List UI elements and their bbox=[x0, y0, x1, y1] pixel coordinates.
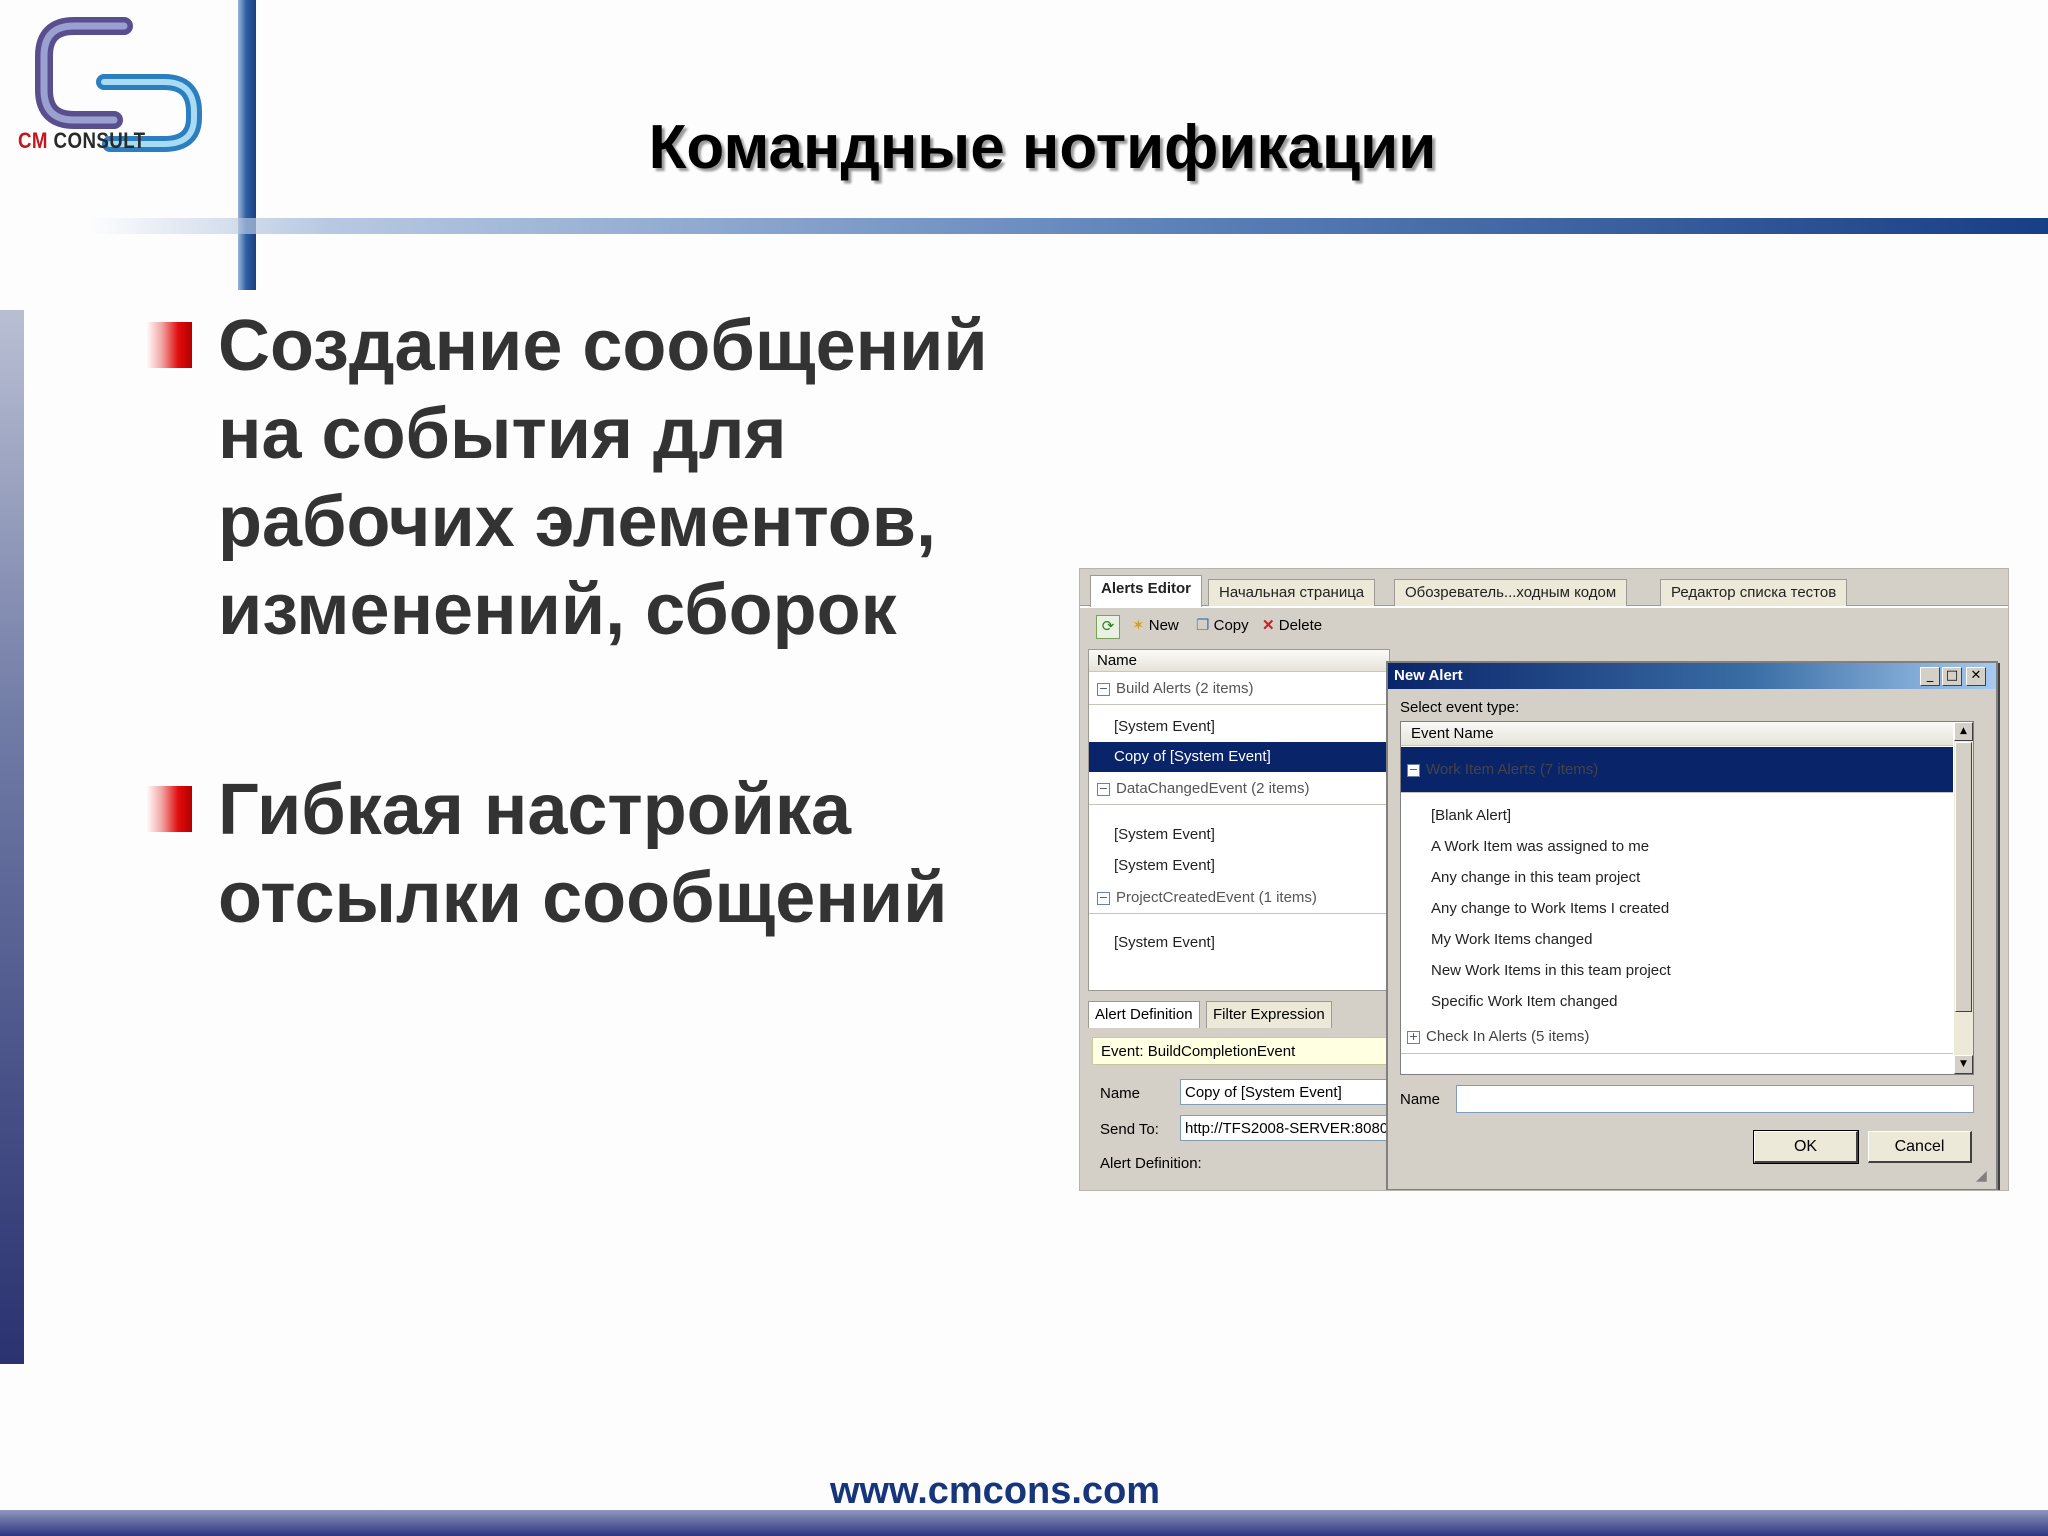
refresh-icon[interactable]: ⟳ bbox=[1096, 615, 1120, 639]
header-gradient-rule bbox=[90, 218, 2048, 234]
bullet-text-1: Создание сообщений на события для рабочи… bbox=[218, 306, 988, 650]
event-item[interactable]: My Work Items changed bbox=[1401, 924, 1953, 955]
collapse-icon[interactable]: − bbox=[1097, 782, 1110, 796]
select-event-type-label: Select event type: bbox=[1400, 699, 1520, 716]
group-label: Check In Alerts (5 items) bbox=[1426, 1028, 1590, 1045]
group-work-item-alerts[interactable]: − Work Item Alerts (7 items) bbox=[1401, 747, 1953, 793]
scroll-up-icon[interactable]: ▲ bbox=[1954, 722, 1973, 741]
delete-button[interactable]: ✕ Delete bbox=[1262, 615, 1322, 637]
tab-test-list-editor[interactable]: Редактор списка тестов bbox=[1660, 579, 1848, 606]
alerts-list: Name − Build Alerts (2 items) [System Eve… bbox=[1088, 649, 1390, 991]
footer-url[interactable]: www.cmcons.com bbox=[0, 1470, 1990, 1513]
toolbar: ⟳ ✶ New ❐ Copy ✕ Delete bbox=[1086, 611, 2002, 641]
list-item-selected[interactable]: Copy of [System Event] bbox=[1089, 742, 1389, 772]
new-label: New bbox=[1148, 617, 1179, 634]
left-gradient-bar bbox=[0, 310, 24, 1364]
event-item[interactable]: [Blank Alert] bbox=[1401, 800, 1953, 831]
scroll-thumb[interactable] bbox=[1955, 742, 1972, 1012]
event-name-column-header[interactable]: Event Name bbox=[1401, 722, 1953, 746]
new-icon: ✶ bbox=[1132, 617, 1145, 634]
group-label: Build Alerts (2 items) bbox=[1116, 680, 1254, 697]
tab-filter-expression[interactable]: Filter Expression bbox=[1206, 1001, 1332, 1028]
send-to-field[interactable]: http://TFS2008-SERVER:8080 bbox=[1180, 1115, 1400, 1141]
tab-start-page[interactable]: Начальная страница bbox=[1208, 579, 1376, 606]
scroll-down-icon[interactable]: ▼ bbox=[1954, 1055, 1973, 1074]
list-item[interactable]: [System Event] bbox=[1089, 928, 1389, 958]
delete-icon: ✕ bbox=[1262, 617, 1275, 634]
bullet-marker-1 bbox=[146, 322, 192, 368]
event-item[interactable]: Any change in this team project bbox=[1401, 862, 1953, 893]
new-alert-dialog: New Alert _ □ ✕ Select event type: Event… bbox=[1386, 661, 1998, 1190]
tab-alerts-editor[interactable]: Alerts Editor bbox=[1090, 575, 1203, 607]
slide-title: Командные нотификации bbox=[648, 113, 1437, 182]
expand-icon[interactable]: + bbox=[1407, 1030, 1420, 1044]
bullet-marker-2 bbox=[146, 786, 192, 832]
collapse-icon[interactable]: − bbox=[1407, 763, 1420, 777]
new-button[interactable]: ✶ New bbox=[1132, 615, 1179, 637]
group-label: ProjectCreatedEvent (1 items) bbox=[1116, 889, 1317, 906]
event-type-list: Event Name − Work Item Alerts (7 items) [… bbox=[1400, 721, 1974, 1075]
dialog-name-label: Name bbox=[1400, 1091, 1441, 1108]
event-item[interactable]: Specific Work Item changed bbox=[1401, 986, 1953, 1017]
event-info-bar: Event: BuildCompletionEvent bbox=[1092, 1037, 1392, 1065]
alerts-editor-screenshot: Alerts Editor Начальная страница Обозрев… bbox=[1079, 568, 2009, 1191]
close-icon[interactable]: ✕ bbox=[1966, 667, 1986, 686]
name-label: Name bbox=[1100, 1085, 1141, 1102]
tab-source-control-explorer[interactable]: Обозреватель...ходным кодом bbox=[1394, 579, 1628, 606]
tab-alert-definition[interactable]: Alert Definition bbox=[1088, 1001, 1200, 1028]
group-check-in-alerts[interactable]: + Check In Alerts (5 items) bbox=[1401, 1020, 1953, 1054]
delete-label: Delete bbox=[1278, 617, 1323, 634]
list-item[interactable]: [System Event] bbox=[1089, 820, 1389, 850]
collapse-icon[interactable]: − bbox=[1097, 891, 1110, 905]
maximize-icon[interactable]: □ bbox=[1942, 667, 1962, 686]
group-label: Work Item Alerts (7 items) bbox=[1426, 761, 1599, 778]
group-datachanged[interactable]: − DataChangedEvent (2 items) bbox=[1089, 773, 1389, 805]
bullet-text-2: Гибкая настройка отсылки сообщений bbox=[218, 770, 948, 938]
list-column-header[interactable]: Name bbox=[1089, 650, 1389, 672]
alert-definition-label: Alert Definition: bbox=[1100, 1155, 1202, 1172]
ok-button[interactable]: OK bbox=[1753, 1130, 1859, 1164]
event-item[interactable]: A Work Item was assigned to me bbox=[1401, 831, 1953, 862]
name-field[interactable]: Copy of [System Event] bbox=[1180, 1079, 1400, 1105]
list-item[interactable]: [System Event] bbox=[1089, 712, 1389, 742]
copy-icon: ❐ bbox=[1196, 617, 1210, 634]
group-label: DataChangedEvent (2 items) bbox=[1116, 780, 1310, 797]
copy-label: Copy bbox=[1213, 617, 1249, 634]
event-item[interactable]: New Work Items in this team project bbox=[1401, 955, 1953, 986]
cancel-button[interactable]: Cancel bbox=[1868, 1131, 1972, 1163]
resize-grip-icon[interactable]: ◢ bbox=[1976, 1169, 1992, 1185]
event-item[interactable]: Any change to Work Items I created bbox=[1401, 893, 1953, 924]
dialog-name-input[interactable] bbox=[1456, 1085, 1974, 1113]
bottom-gradient-bar bbox=[0, 1510, 2048, 1536]
vertical-scrollbar[interactable]: ▲ ▼ bbox=[1954, 722, 1973, 1074]
dialog-title[interactable]: New Alert bbox=[1388, 663, 1996, 689]
group-projectcreated[interactable]: − ProjectCreatedEvent (1 items) bbox=[1089, 882, 1389, 914]
copy-button[interactable]: ❐ Copy bbox=[1196, 615, 1249, 637]
group-build-alerts[interactable]: − Build Alerts (2 items) bbox=[1089, 673, 1389, 705]
minimize-icon[interactable]: _ bbox=[1920, 667, 1940, 686]
collapse-icon[interactable]: − bbox=[1097, 682, 1110, 696]
list-item[interactable]: [System Event] bbox=[1089, 851, 1389, 881]
send-to-label: Send To: bbox=[1100, 1121, 1159, 1138]
